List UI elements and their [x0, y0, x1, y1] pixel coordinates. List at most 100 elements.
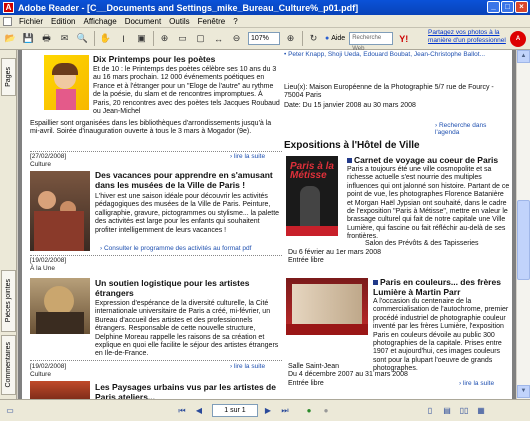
minimize-button[interactable]: _ [487, 1, 500, 13]
continuous-icon[interactable]: ▤ [440, 404, 454, 418]
single-page-icon[interactable]: ▯ [423, 404, 437, 418]
child-photo [44, 55, 89, 110]
item1-title: Dix Printemps pour les poètes [93, 54, 216, 64]
scroll-up-arrow-icon[interactable]: ▲ [517, 50, 530, 63]
menu-document[interactable]: Document [121, 17, 165, 26]
item4-date: [19/02/2008] [30, 363, 67, 370]
ex2-date: Du 4 décembre 2007 au 31 mars 2008 [288, 371, 408, 378]
item2-body: L'hiver est une saison idéale pour décou… [95, 193, 280, 234]
menu-bar: Fichier Edition Affichage Document Outil… [0, 15, 530, 28]
program-pdf-link[interactable]: › Consulter le programme des activités a… [100, 245, 251, 252]
zoom-in-button[interactable]: ⊕ [283, 31, 298, 46]
photographers-link[interactable]: • Peter Knapp, Shoji Ueda, Edouard Bouba… [284, 51, 485, 58]
item3-body: Expression d'espérance de la diversité c… [95, 300, 279, 358]
web-search-input[interactable]: Recherche Web [349, 32, 394, 52]
divider [30, 360, 282, 361]
ex1-place: Salon des Prévôts & des Tapisseries [365, 240, 479, 247]
ex2-read-more[interactable]: › lire la suite [459, 380, 494, 387]
next-page-icon[interactable]: ▶ [261, 404, 275, 418]
scroll-thumb[interactable] [517, 200, 530, 280]
item4-category: Culture [30, 371, 51, 378]
zoom-in-icon[interactable]: ⊕ [157, 31, 172, 46]
page-size-icon: ▭ [6, 406, 14, 415]
item1-body: Et de 10 : le Printemps des poètes célèb… [93, 66, 280, 116]
rotate-icon[interactable]: ↻ [306, 31, 321, 46]
hand-tool-icon[interactable]: ✋ [98, 31, 113, 46]
menu-outils[interactable]: Outils [165, 17, 193, 26]
toolbar-separator [94, 31, 95, 46]
email-icon[interactable]: ✉ [57, 31, 72, 46]
artists-photo [30, 278, 90, 334]
tab-pages[interactable]: Pages [1, 58, 16, 96]
help-button[interactable]: ● Aide [325, 35, 345, 42]
snapshot-icon[interactable]: ▣ [134, 31, 149, 46]
item3-date: [19/02/2008] [30, 257, 67, 264]
menu-fichier[interactable]: Fichier [15, 17, 47, 26]
search-icon[interactable]: 🔍 [75, 31, 90, 46]
save-icon[interactable]: 💾 [21, 31, 36, 46]
previous-page-icon[interactable]: ◀ [192, 404, 206, 418]
fit-page-icon[interactable]: ▢ [193, 31, 208, 46]
toolbar: 📂 💾 🖶 ✉ 🔍 ✋ I ▣ ⊕ ▭ ▢ ↔ ⊖ 107% ⊕ ↻ ● Aid… [0, 28, 530, 52]
vertical-scrollbar[interactable]: ▲ ▼ [516, 50, 530, 399]
fit-width-icon[interactable]: ↔ [211, 31, 226, 46]
zoom-field[interactable]: 107% [248, 32, 280, 45]
tab-comments-label: Commentaires [5, 342, 12, 388]
item2-category: Culture [30, 161, 51, 168]
section-title: Expositions à l'Hôtel de Ville [284, 140, 420, 151]
open-folder-icon[interactable]: 📂 [3, 31, 18, 46]
adobe-logo-icon: A [510, 31, 526, 47]
item4-read-more[interactable]: › lire la suite [230, 363, 265, 370]
item3-category: À la Une [30, 265, 55, 272]
ex2-entry: Entrée libre [288, 380, 324, 387]
ex2-title: Paris en couleurs... des frères Lumière … [373, 277, 501, 297]
share-photos-link[interactable]: Partagez vos photos à la manière d'un pr… [428, 29, 508, 45]
actual-size-icon[interactable]: ▭ [175, 31, 190, 46]
divider [30, 151, 282, 152]
document-icon[interactable] [3, 16, 12, 26]
exhibition-date: Date: Du 15 janvier 2008 au 30 mars 2008 [284, 102, 416, 109]
menu-fenetre[interactable]: Fenêtre [194, 17, 230, 26]
previous-view-icon[interactable]: ● [302, 404, 316, 418]
last-page-icon[interactable]: ⏭ [278, 404, 292, 418]
menu-help[interactable]: ? [229, 17, 241, 26]
item1-continuation: Espaillier sont organisées dans les bibl… [30, 120, 272, 136]
first-page-icon[interactable]: ⏮ [175, 404, 189, 418]
urban-landscape-photo [30, 381, 90, 399]
print-icon[interactable]: 🖶 [39, 31, 54, 46]
paris-metisse-poster: Paris à la Métisse [286, 156, 338, 236]
zoom-out-icon[interactable]: ⊖ [229, 31, 244, 46]
bullet-square-icon [347, 158, 352, 164]
continuous-facing-icon[interactable]: ▦ [474, 404, 488, 418]
page-number-field[interactable]: 1 sur 1 [212, 404, 258, 417]
menu-edition[interactable]: Edition [47, 17, 79, 26]
navigation-pane: Pages Pièces jointes Commentaires [0, 50, 17, 399]
help-label: Aide [331, 35, 346, 42]
select-text-icon[interactable]: I [116, 31, 131, 46]
paris-en-couleurs-photo [286, 278, 368, 335]
toolbar-separator [153, 31, 154, 46]
tab-comments[interactable]: Commentaires [1, 335, 16, 395]
poster-title: Paris à la Métisse [290, 161, 334, 181]
maximize-button[interactable]: □ [501, 1, 514, 13]
museum-children-photo [30, 171, 90, 251]
close-button[interactable]: × [515, 1, 528, 13]
scroll-down-arrow-icon[interactable]: ▼ [517, 385, 530, 398]
ex1-title: Carnet de voyage au coeur de Paris [347, 155, 512, 166]
yahoo-search-icon[interactable]: Y! [396, 31, 411, 46]
agenda-search-link[interactable]: › Recherche dans l'agenda [435, 122, 512, 136]
pdf-page[interactable]: Dix Printemps pour les poètes Et de 10 :… [22, 50, 512, 399]
next-view-icon[interactable]: ● [319, 404, 333, 418]
menu-affichage[interactable]: Affichage [79, 17, 120, 26]
adobe-reader-icon: A [3, 2, 14, 13]
ex2-body: A l'occasion du centenaire de la commerc… [373, 298, 509, 373]
window-title: Adobe Reader - [C__Documents and Setting… [18, 2, 359, 13]
ex1-body: Paris a toujours été une ville cosmopoli… [347, 166, 510, 241]
item2-read-more[interactable]: › lire la suite [230, 153, 265, 160]
document-area[interactable]: Dix Printemps pour les poètes Et de 10 :… [18, 50, 516, 399]
facing-icon[interactable]: ▯▯ [457, 404, 471, 418]
item3-title: Un soutien logistique pour les artistes … [95, 278, 250, 298]
tab-attachments[interactable]: Pièces jointes [1, 270, 16, 332]
toolbar-separator [302, 31, 303, 46]
tab-pages-label: Pages [5, 67, 12, 87]
